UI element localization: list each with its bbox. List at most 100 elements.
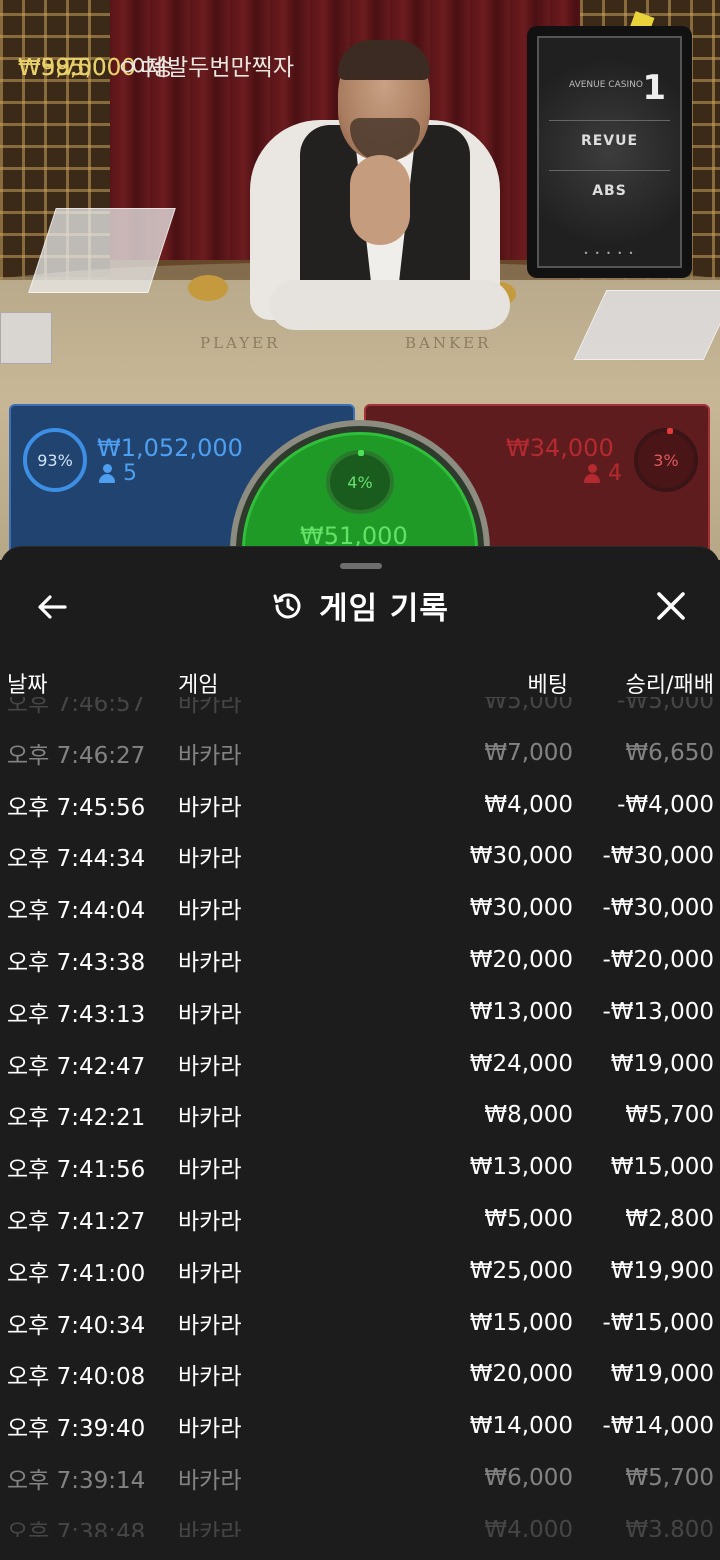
- row-game: 바카라: [178, 1312, 242, 1339]
- row-game: 바카라: [178, 1364, 242, 1391]
- person-icon: [99, 463, 115, 484]
- history-row[interactable]: 오후 7:45:56 바카라 ₩4,000 -₩4,000: [0, 779, 720, 831]
- winner-name: ㅇㄷ: [116, 54, 159, 81]
- row-game: 바카라: [178, 1105, 242, 1132]
- row-win-loss: -₩30,000: [602, 843, 714, 870]
- row-game: 바카라: [178, 697, 242, 717]
- player-percent-ring: 93%: [23, 428, 87, 492]
- chips-left: [188, 275, 228, 301]
- row-bet: ₩30,000: [469, 843, 573, 870]
- row-game: 바카라: [178, 1157, 242, 1184]
- row-win-loss: -₩20,000: [602, 947, 714, 973]
- column-header-win-loss: 승리/패배: [625, 673, 714, 698]
- row-game: 바카라: [178, 794, 242, 821]
- row-game: 바카라: [178, 846, 242, 873]
- row-win-loss: ₩19,900: [610, 1257, 714, 1284]
- row-bet: ₩14,000: [469, 1413, 573, 1440]
- history-row[interactable]: 오후 7:46:27 바카라 ₩7,000 ₩6,650: [0, 727, 720, 779]
- row-game: 바카라: [178, 950, 242, 976]
- row-bet: ₩15,000: [469, 1309, 573, 1336]
- row-win-loss: -₩30,000: [602, 895, 714, 922]
- row-game: 바카라: [178, 1053, 242, 1080]
- row-date: 오후 7:44:34: [7, 846, 146, 873]
- history-icon: [273, 592, 301, 618]
- banker-percent-ring: 3%: [634, 428, 698, 492]
- row-bet: ₩20,000: [469, 1361, 573, 1388]
- history-row[interactable]: 오후 7:39:40 바카라 ₩14,000 -₩14,000: [0, 1400, 720, 1452]
- row-bet: ₩13,000: [469, 998, 573, 1025]
- row-win-loss: ₩3,800: [625, 1516, 714, 1537]
- row-date: 오후 7:39:14: [7, 1468, 146, 1494]
- sheet-title: 게임 기록: [319, 591, 449, 627]
- row-date: 오후 7:39:40: [7, 1416, 146, 1443]
- row-game: 바카라: [178, 1209, 242, 1235]
- history-row[interactable]: 오후 7:40:34 바카라 ₩15,000 -₩15,000: [0, 1297, 720, 1349]
- row-bet: ₩25,000: [469, 1257, 573, 1284]
- row-date: 오후 7:42:47: [7, 1053, 146, 1080]
- history-list[interactable]: 오후 7:46:57 바카라 ₩5,000 -₩5,000 오후 7:46:27 바카라 ₩…: [0, 697, 720, 1537]
- card-stack: [0, 312, 52, 364]
- dealer-arms: [270, 280, 510, 330]
- row-win-loss: ₩6,650: [625, 739, 714, 766]
- close-button[interactable]: [650, 585, 692, 627]
- row-win-loss: ₩19,000: [610, 1361, 714, 1388]
- row-bet: ₩24,000: [469, 1050, 573, 1077]
- column-header-bet: 베팅: [527, 673, 568, 698]
- felt-label-player: PLAYER: [200, 334, 281, 352]
- history-row[interactable]: 오후 7:38:48 바카라 ₩4,000 ₩3,800: [0, 1504, 720, 1537]
- history-row[interactable]: 오후 7:41:00 바카라 ₩25,000 ₩19,900: [0, 1245, 720, 1297]
- row-bet: ₩8,000: [484, 1102, 573, 1129]
- winner-row: ₩9,750 ㅇㄷ: [18, 42, 720, 94]
- row-win-loss: ₩19,000: [610, 1050, 714, 1077]
- dealer-hand: [350, 155, 410, 245]
- row-bet: ₩6,000: [484, 1465, 573, 1491]
- row-win-loss: -₩4,000: [617, 791, 714, 818]
- row-bet: ₩20,000: [469, 947, 573, 973]
- row-date: 오후 7:42:21: [7, 1105, 146, 1132]
- row-bet: ₩4,000: [484, 1516, 573, 1537]
- banker-bet-amount: ₩34,000: [506, 434, 614, 462]
- tie-percent-ring: 4%: [326, 450, 394, 514]
- row-game: 바카라: [178, 742, 242, 769]
- row-date: 오후 7:40:08: [7, 1364, 146, 1391]
- row-date: 오후 7:43:38: [7, 950, 146, 976]
- history-row[interactable]: 오후 7:44:34 바카라 ₩30,000 -₩30,000: [0, 830, 720, 882]
- row-date: 오후 7:44:04: [7, 898, 146, 925]
- history-row[interactable]: 오후 7:44:04 바카라 ₩30,000 -₩30,000: [0, 882, 720, 934]
- row-win-loss: -₩13,000: [602, 998, 714, 1025]
- row-game: 바카라: [178, 1519, 242, 1537]
- board-dots: • • • • •: [583, 249, 636, 258]
- history-row[interactable]: 오후 7:40:08 바카라 ₩20,000 ₩19,000: [0, 1348, 720, 1400]
- row-game: 바카라: [178, 1260, 242, 1287]
- row-game: 바카라: [178, 1001, 242, 1028]
- row-date: 오후 7:41:27: [7, 1209, 146, 1235]
- column-header-game: 게임: [178, 673, 219, 698]
- history-row[interactable]: 오후 7:41:27 바카라 ₩5,000 ₩2,800: [0, 1193, 720, 1245]
- history-row[interactable]: 오후 7:42:47 바카라 ₩24,000 ₩19,000: [0, 1038, 720, 1090]
- row-win-loss: ₩5,700: [625, 1465, 714, 1491]
- row-game: 바카라: [178, 1468, 242, 1494]
- row-game: 바카라: [178, 898, 242, 925]
- row-date: 오후 7:41:00: [7, 1260, 146, 1287]
- row-win-loss: -₩15,000: [602, 1309, 714, 1336]
- sheet-drag-handle[interactable]: [340, 563, 382, 569]
- row-bet: ₩13,000: [469, 1154, 573, 1181]
- board-row-abs: ABS: [549, 170, 670, 210]
- row-win-loss: -₩14,000: [602, 1413, 714, 1440]
- history-row[interactable]: 오후 7:46:57 바카라 ₩5,000 -₩5,000: [0, 697, 720, 727]
- history-row[interactable]: 오후 7:43:38 바카라 ₩20,000 -₩20,000: [0, 934, 720, 986]
- history-row[interactable]: 오후 7:42:21 바카라 ₩8,000 ₩5,700: [0, 1089, 720, 1141]
- close-icon: [657, 592, 685, 620]
- column-header-date: 날짜: [7, 673, 48, 698]
- history-row[interactable]: 오후 7:41:56 바카라 ₩13,000 ₩15,000: [0, 1141, 720, 1193]
- row-win-loss: -₩5,000: [617, 697, 714, 714]
- player-bettor-count-value: 5: [123, 461, 137, 486]
- row-bet: ₩4,000: [484, 791, 573, 818]
- person-icon: [584, 463, 600, 484]
- board-row-revue: REVUE: [549, 120, 670, 160]
- row-date: 오후 7:38:48: [7, 1519, 146, 1537]
- row-bet: ₩5,000: [484, 697, 573, 714]
- row-game: 바카라: [178, 1416, 242, 1443]
- history-row[interactable]: 오후 7:39:14 바카라 ₩6,000 ₩5,700: [0, 1452, 720, 1504]
- history-row[interactable]: 오후 7:43:13 바카라 ₩13,000 -₩13,000: [0, 986, 720, 1038]
